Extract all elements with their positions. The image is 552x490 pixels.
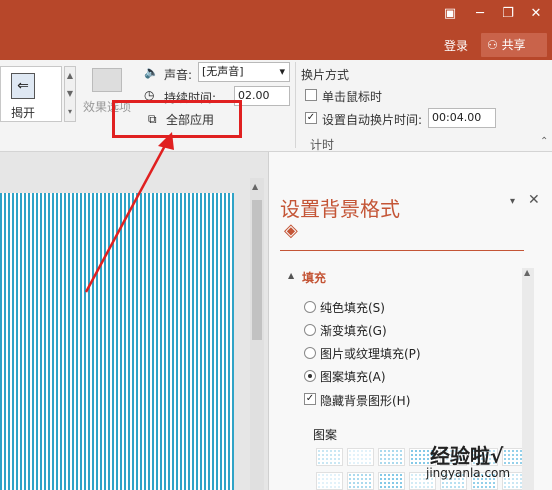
watermark-title: 经验啦√: [430, 444, 504, 468]
watermark-url: jingyanla.com: [426, 466, 511, 480]
annotation-arrow: [84, 132, 174, 293]
